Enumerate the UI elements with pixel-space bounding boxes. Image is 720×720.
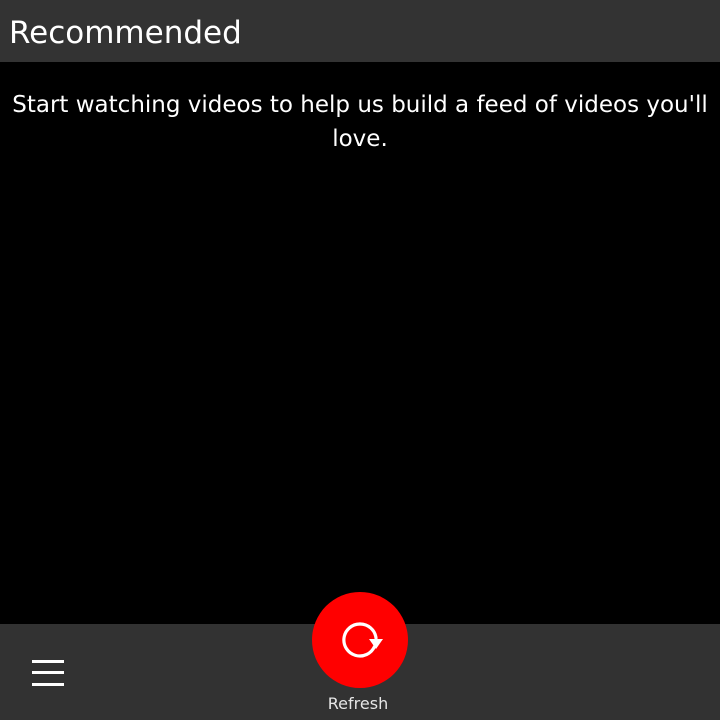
refresh-label: Refresh xyxy=(327,694,389,713)
hamburger-menu-icon xyxy=(32,660,64,663)
refresh-icon xyxy=(342,622,383,658)
page-title: Recommended xyxy=(9,15,242,51)
recommended-screen: Recommended Start watching videos to hel… xyxy=(0,0,720,720)
title-bar: Recommended xyxy=(0,0,720,62)
action-bar: Refresh xyxy=(0,592,720,720)
hamburger-menu-icon-bar xyxy=(32,671,64,674)
empty-feed-message: Start watching videos to help us build a… xyxy=(12,92,708,152)
refresh-button[interactable]: Refresh xyxy=(300,592,420,720)
feed-content[interactable]: Start watching videos to help us build a… xyxy=(0,62,720,624)
hamburger-menu-icon-bar xyxy=(32,683,64,686)
menu-button[interactable] xyxy=(20,648,76,696)
refresh-circle xyxy=(312,592,408,688)
